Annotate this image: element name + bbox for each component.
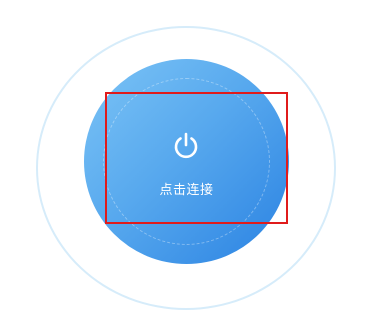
connect-screen: 点击连接 xyxy=(0,0,373,318)
inner-dashed-ring xyxy=(103,78,270,245)
connect-button[interactable]: 点击连接 xyxy=(84,59,289,264)
connect-label: 点击连接 xyxy=(159,183,214,198)
power-icon xyxy=(174,132,198,159)
